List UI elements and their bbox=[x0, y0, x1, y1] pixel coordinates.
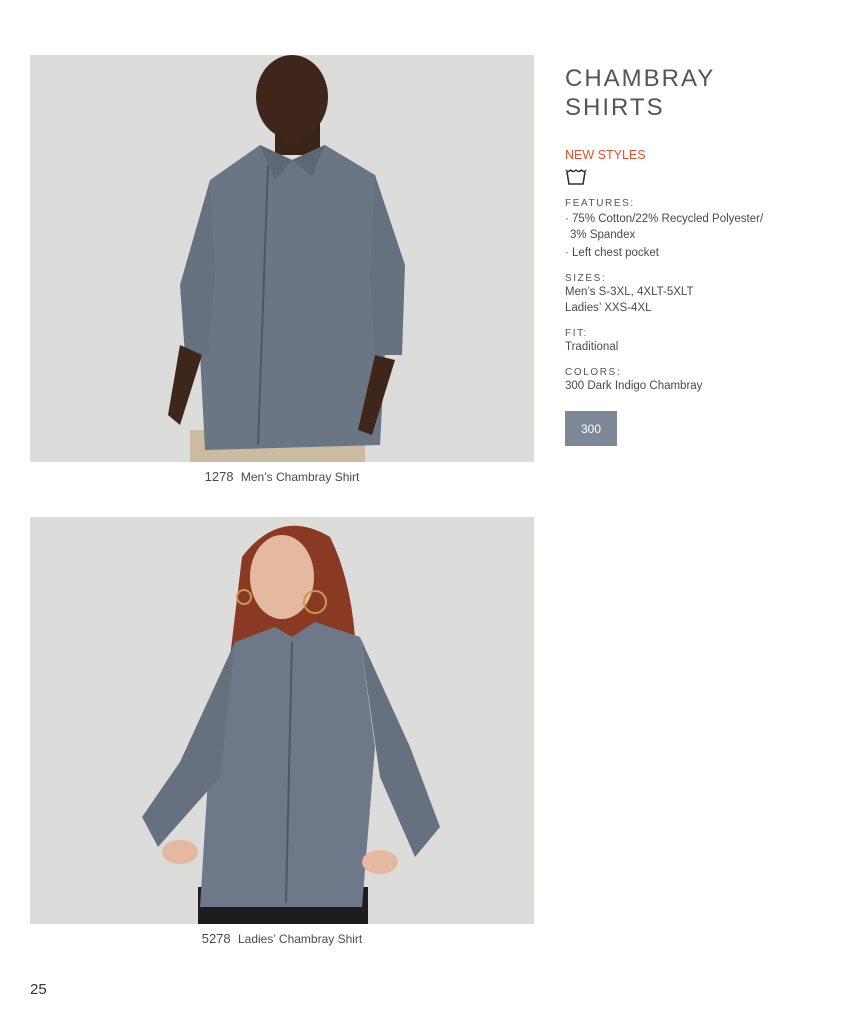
feature-1-line-1: · 75% Cotton/22% Recycled Polyester/ bbox=[565, 213, 764, 225]
sizes-ladies: Ladies’ XXS-4XL bbox=[565, 302, 652, 314]
colors-label: COLORS: bbox=[565, 367, 622, 378]
feature-2-line-1: · Left chest pocket bbox=[565, 247, 659, 259]
mens-shirt-illustration bbox=[30, 55, 534, 462]
fit-value: Traditional bbox=[565, 341, 619, 353]
ladies-shirt-illustration bbox=[30, 517, 534, 924]
features-label: FEATURES: bbox=[565, 198, 635, 209]
mens-shirt-photo bbox=[30, 55, 534, 462]
fit-label: FIT: bbox=[565, 328, 589, 339]
mens-shirt-name: Men’s Chambray Shirt bbox=[240, 470, 360, 484]
title-line-1: CHAMBRAY bbox=[565, 65, 716, 92]
page-number: 25 bbox=[30, 981, 47, 998]
ladies-shirt-caption: 5278 Ladies’ Chambray Shirt bbox=[30, 931, 534, 946]
feature-item: · Left chest pocket bbox=[565, 245, 845, 261]
feature-item: · 75% Cotton/22% Recycled Polyester/ 3% … bbox=[565, 211, 845, 243]
feature-1-line-2: 3% Spandex bbox=[570, 229, 636, 241]
color-name: 300 Dark Indigo Chambray bbox=[565, 380, 703, 392]
sizes-label: SIZES: bbox=[565, 273, 607, 284]
title-line-2: SHIRTS bbox=[565, 94, 665, 121]
mens-shirt-caption: 1278 Men’s Chambray Shirt bbox=[30, 469, 534, 484]
product-info: CHAMBRAY SHIRTS NEW STYLES FEATURES: · 7… bbox=[565, 64, 845, 446]
sizes-men: Men’s S-3XL, 4XLT-5XLT bbox=[565, 286, 694, 298]
ladies-shirt-name: Ladies’ Chambray Shirt bbox=[237, 932, 363, 946]
page-title: CHAMBRAY SHIRTS bbox=[565, 64, 845, 122]
new-styles-label: NEW STYLES bbox=[565, 148, 646, 162]
ladies-shirt-photo bbox=[30, 517, 534, 924]
ladies-shirt-number: 5278 bbox=[201, 931, 231, 946]
color-swatch: 300 bbox=[565, 411, 617, 446]
wash-tub-icon bbox=[565, 168, 587, 185]
mens-shirt-number: 1278 bbox=[204, 469, 234, 484]
